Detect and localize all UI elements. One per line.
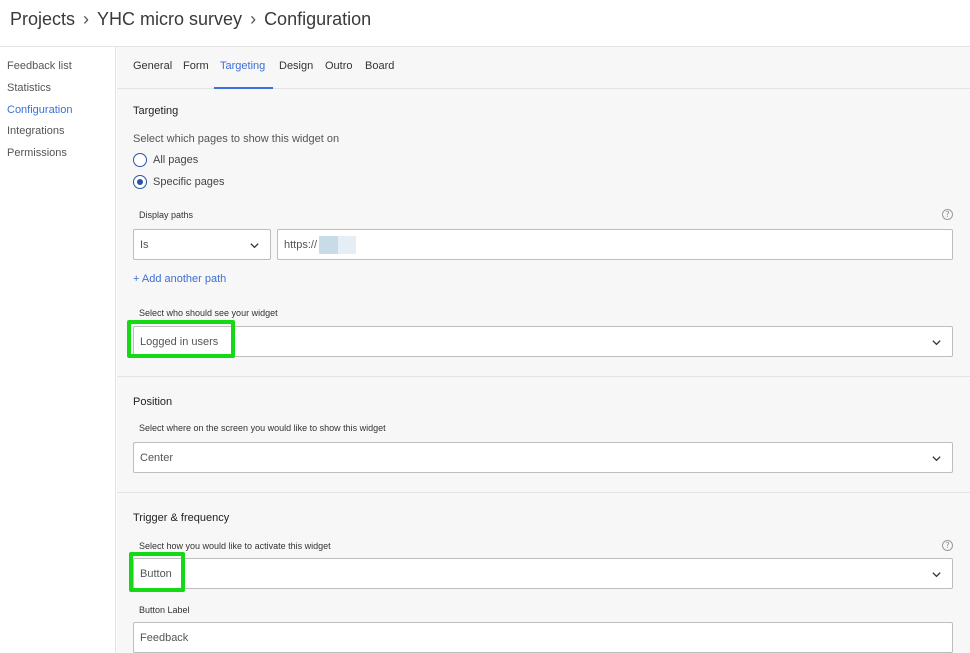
- button-label-input[interactable]: Feedback: [133, 622, 953, 653]
- position-title: Position: [133, 396, 173, 408]
- sidebar-item-integrations[interactable]: Integrations: [7, 125, 64, 137]
- radio-specific-pages-circle[interactable]: [133, 175, 147, 189]
- tab-outro[interactable]: Outro: [325, 60, 353, 72]
- trigger-select[interactable]: Button: [133, 558, 953, 589]
- trigger-section: Trigger & frequency Select how you would…: [117, 493, 970, 653]
- main-content: General Form Targeting Design Outro Boar…: [117, 47, 970, 653]
- position-value: Center: [140, 452, 174, 464]
- tab-design[interactable]: Design: [279, 60, 313, 72]
- tab-form[interactable]: Form: [183, 60, 209, 72]
- sidebar-item-feedback-list[interactable]: Feedback list: [7, 60, 72, 72]
- breadcrumb-projects[interactable]: Projects: [10, 9, 75, 30]
- pages-question: Select which pages to show this widget o…: [133, 133, 340, 145]
- top-bar: Projects › YHC micro survey › Configurat…: [0, 0, 970, 47]
- sidebar: Feedback list Statistics Configuration I…: [0, 47, 116, 653]
- position-section: Position Select where on the screen you …: [117, 377, 970, 493]
- path-operator-value: Is: [140, 239, 149, 251]
- radio-all-pages-label: All pages: [153, 154, 199, 166]
- radio-all-pages[interactable]: All pages: [133, 153, 198, 167]
- audience-select[interactable]: Logged in users: [133, 326, 953, 357]
- display-paths-label: Display paths: [139, 210, 194, 220]
- chevron-down-icon: [932, 572, 941, 578]
- position-label: Select where on the screen you would lik…: [139, 423, 386, 433]
- breadcrumb-current-page: Configuration: [264, 9, 372, 29]
- add-another-path-link[interactable]: + Add another path: [133, 273, 226, 285]
- tab-board[interactable]: Board: [365, 60, 394, 72]
- button-label-placeholder: Feedback: [140, 632, 189, 644]
- help-circle-icon[interactable]: ?: [942, 209, 953, 220]
- targeting-section: Targeting Select which pages to show thi…: [117, 89, 970, 377]
- redacted-url-block: [338, 236, 356, 254]
- position-select[interactable]: Center: [133, 442, 953, 473]
- path-url-value: https://: [284, 239, 318, 251]
- trigger-title: Trigger & frequency: [133, 512, 230, 524]
- trigger-label: Select how you would like to activate th…: [139, 541, 331, 551]
- breadcrumb-separator: ›: [83, 9, 90, 29]
- breadcrumb-separator: ›: [250, 9, 257, 29]
- breadcrumb: Projects › YHC micro survey › Configurat…: [10, 9, 371, 30]
- help-circle-icon[interactable]: ?: [942, 540, 953, 551]
- breadcrumb-project-name[interactable]: YHC micro survey: [97, 9, 242, 30]
- chevron-down-icon: [250, 243, 259, 249]
- audience-value: Logged in users: [140, 336, 219, 348]
- radio-all-pages-circle[interactable]: [133, 153, 147, 167]
- tab-general[interactable]: General: [133, 60, 172, 72]
- path-url-input[interactable]: https://: [277, 229, 953, 260]
- radio-specific-pages[interactable]: Specific pages: [133, 175, 225, 189]
- trigger-value: Button: [140, 568, 172, 580]
- tab-targeting[interactable]: Targeting: [220, 60, 265, 72]
- audience-label: Select who should see your widget: [139, 308, 278, 318]
- chevron-down-icon: [932, 340, 941, 346]
- path-operator-select[interactable]: Is: [133, 229, 271, 260]
- button-label-title: Button Label: [139, 605, 190, 615]
- sidebar-item-permissions[interactable]: Permissions: [7, 147, 67, 159]
- tab-bar: General Form Targeting Design Outro Boar…: [117, 47, 970, 89]
- sidebar-item-statistics[interactable]: Statistics: [7, 82, 51, 94]
- radio-specific-pages-label: Specific pages: [153, 176, 225, 188]
- chevron-down-icon: [932, 456, 941, 462]
- sidebar-item-configuration[interactable]: Configuration: [7, 104, 72, 116]
- targeting-title: Targeting: [133, 105, 179, 117]
